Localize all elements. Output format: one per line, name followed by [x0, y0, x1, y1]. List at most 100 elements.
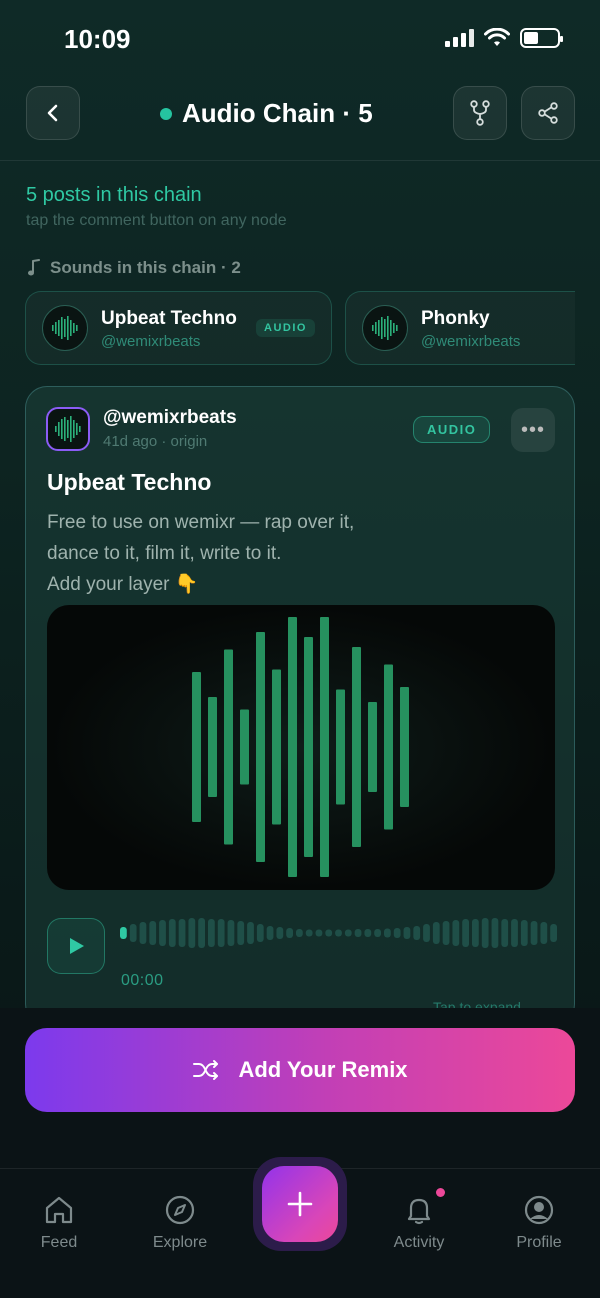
status-dot	[160, 107, 172, 120]
chain-hint: tap the comment button on any node	[26, 212, 287, 229]
progress-bar-segment	[168, 919, 176, 947]
wifi-icon	[484, 28, 510, 46]
status-bar: 10:09	[0, 0, 600, 80]
user-icon	[524, 1195, 554, 1225]
post-meta: 41d ago · origin	[103, 433, 208, 450]
progress-bar-segment	[393, 928, 401, 938]
progress-bar-segment	[364, 929, 372, 937]
waveform-avatar-icon	[55, 416, 81, 442]
sound-name: Upbeat Techno	[101, 308, 237, 329]
status-time: 10:09	[64, 24, 131, 54]
progress-bar-segment	[550, 924, 557, 942]
status-icons	[445, 28, 563, 48]
progress-bar-segment	[315, 929, 323, 937]
progress-bar-segment	[296, 929, 303, 937]
waveform-bar	[240, 709, 249, 785]
nav-activity[interactable]: Activity	[369, 1194, 469, 1252]
post-username[interactable]: @wemixrbeats	[103, 407, 237, 429]
waveform-bar	[400, 687, 409, 807]
progress-bar-segment	[139, 922, 147, 944]
progress-bar-segment	[120, 927, 127, 939]
progress-bar-segment	[276, 927, 284, 939]
create-post-button[interactable]	[262, 1166, 338, 1242]
page-title: Audio Chain · 5	[160, 98, 373, 129]
progress-bar-segment	[432, 922, 440, 944]
progress-bar-segment	[208, 919, 215, 947]
nav-explore[interactable]: Explore	[130, 1194, 230, 1252]
progress-bar-segment	[247, 922, 254, 944]
progress-bar-segment	[217, 919, 225, 947]
play-button[interactable]	[47, 918, 105, 974]
fork-button[interactable]	[453, 86, 507, 140]
battery-icon	[520, 28, 563, 48]
progress-bar-segment	[423, 924, 430, 942]
nav-profile-label: Profile	[516, 1234, 562, 1251]
signal-icon	[445, 29, 474, 47]
sounds-row[interactable]: Upbeat Techno @wemixrbeats AUDIO Phonky …	[25, 291, 575, 365]
more-icon: •••	[520, 418, 545, 441]
audio-progress-waveform[interactable]	[120, 918, 560, 948]
progress-bar-segment	[520, 920, 528, 946]
back-button[interactable]	[26, 86, 80, 140]
progress-bar-segment	[511, 919, 518, 947]
progress-bar-segment	[374, 929, 381, 937]
post-card[interactable]: @wemixrbeats 41d ago · origin AUDIO ••• …	[25, 386, 575, 1026]
post-body: Free to use on wemixr — rap over it, dan…	[47, 512, 355, 595]
progress-bar-segment	[188, 918, 196, 948]
progress-bar-segment	[462, 919, 469, 947]
progress-bar-segment	[198, 918, 205, 948]
header-divider	[0, 160, 600, 161]
progress-bar-segment	[178, 919, 186, 947]
waveform-bar	[304, 637, 313, 857]
progress-bar-segment	[481, 918, 489, 948]
chain-count: 5 posts in this chain	[26, 184, 202, 206]
progress-bar-segment	[237, 921, 245, 945]
avatar[interactable]	[46, 407, 90, 451]
waveform-bar	[320, 617, 329, 877]
sound-card-upbeat-techno[interactable]: Upbeat Techno @wemixrbeats AUDIO	[25, 291, 332, 365]
sounds-label-text: Sounds in this chain · 2	[50, 258, 241, 277]
sound-badge: AUDIO	[256, 319, 315, 337]
plus-icon	[287, 1191, 313, 1217]
nav-feed[interactable]: Feed	[9, 1194, 109, 1252]
shuffle-icon	[193, 1060, 219, 1080]
music-note-icon	[28, 259, 40, 276]
progress-bar-segment	[325, 929, 333, 937]
sound-name: Phonky	[421, 308, 490, 329]
progress-bar-segment	[266, 926, 274, 940]
add-remix-button[interactable]: Add Your Remix	[25, 1028, 575, 1112]
nav-activity-label: Activity	[393, 1234, 445, 1251]
sound-handle: @wemixrbeats	[421, 333, 521, 350]
sound-thumbnail	[362, 305, 408, 351]
waveform-bar	[352, 647, 361, 847]
progress-bar-segment	[530, 921, 538, 945]
playback-time: 00:00	[121, 972, 164, 989]
waveform-bar	[288, 617, 297, 877]
nav-profile[interactable]: Profile	[489, 1194, 589, 1252]
waveform-bar	[224, 649, 233, 845]
progress-bar-segment	[501, 919, 509, 947]
share-icon	[538, 102, 558, 124]
sound-card-phonky[interactable]: Phonky @wemixrbeats	[345, 291, 575, 365]
sound-thumbnail	[42, 305, 88, 351]
waveform-bar	[272, 669, 281, 825]
bell-icon	[407, 1198, 431, 1225]
add-remix-label: Add Your Remix	[238, 1057, 408, 1082]
waveform-bar	[256, 632, 265, 862]
waveform-bar	[336, 689, 345, 805]
waveform-bar	[208, 697, 217, 797]
progress-bar-segment	[286, 928, 293, 938]
more-button[interactable]: •••	[511, 408, 555, 452]
back-icon	[47, 104, 58, 122]
share-button[interactable]	[521, 86, 575, 140]
progress-bar-segment	[149, 921, 157, 945]
progress-bar-segment	[129, 924, 137, 942]
sounds-label: Sounds in this chain · 2	[28, 258, 241, 278]
progress-bar-segment	[227, 920, 235, 946]
progress-bar-segment	[452, 920, 460, 946]
progress-bar-segment	[384, 928, 391, 938]
audio-artwork[interactable]	[47, 605, 555, 890]
play-icon	[70, 938, 84, 954]
progress-bar-segment	[159, 920, 166, 946]
post-title: Upbeat Techno	[47, 469, 212, 495]
